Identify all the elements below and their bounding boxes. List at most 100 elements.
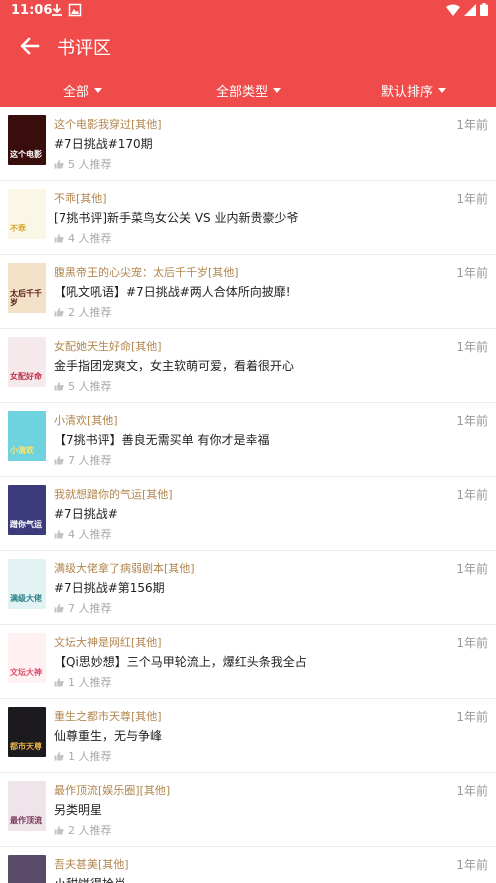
caret-down-icon	[94, 88, 103, 93]
book-cover-text: 太后千千岁	[10, 289, 42, 307]
review-time: 1年前	[456, 636, 488, 650]
book-title[interactable]: 最作顶流[娱乐圈][其他]	[54, 782, 170, 798]
review-text: #7日挑战#第156期	[54, 581, 165, 595]
review-text: 【吼文吼语】#7日挑战#两人合体所向披靡!	[54, 285, 291, 299]
caret-down-icon	[273, 88, 282, 93]
book-cover-text: 不乖	[10, 224, 26, 233]
filter-sort-label: 默认排序	[381, 85, 434, 100]
book-cover-text: 文坛大神	[10, 668, 42, 677]
book-cover	[8, 855, 46, 883]
recommend-count-label: 4 人推荐	[68, 232, 112, 245]
book-cover: 女配好命	[8, 337, 46, 387]
recommend-count[interactable]: 1 人推荐	[54, 748, 112, 764]
book-title[interactable]: 吾夫甚美[其他]	[54, 856, 129, 872]
recommend-count-label: 1 人推荐	[68, 676, 112, 689]
review-time: 1年前	[456, 266, 488, 280]
recommend-count[interactable]: 2 人推荐	[54, 304, 112, 320]
thumbs-up-icon	[54, 308, 64, 317]
thumbs-up-icon	[54, 234, 64, 243]
wifi-icon	[446, 4, 460, 16]
back-arrow-icon[interactable]	[16, 32, 44, 60]
recommend-count-label: 5 人推荐	[68, 380, 112, 393]
download-icon	[52, 4, 62, 16]
review-item[interactable]: 都市天尊 重生之都市天尊[其他] 1年前 仙尊重生，无与争峰 1 人推荐	[0, 699, 496, 773]
book-cover-text: 女配好命	[10, 372, 42, 381]
review-item[interactable]: 蹭你气运 我就想蹭你的气运[其他] 1年前 #7日挑战# 4 人推荐	[0, 477, 496, 551]
thumbs-up-icon	[54, 456, 64, 465]
thumbs-up-icon	[54, 530, 64, 539]
book-cover-text: 都市天尊	[10, 742, 42, 751]
review-item[interactable]: 不乖 不乖[其他] 1年前 [7挑书评]新手菜鸟女公关 VS 业内新贵豪少爷 4…	[0, 181, 496, 255]
page-title: 书评区	[57, 38, 111, 59]
battery-icon	[480, 3, 488, 16]
review-text: #7日挑战#170期	[54, 137, 153, 151]
recommend-count[interactable]: 7 人推荐	[54, 600, 112, 616]
review-item[interactable]: 太后千千岁 腹黑帝王的心尖宠：太后千千岁[其他] 1年前 【吼文吼语】#7日挑战…	[0, 255, 496, 329]
book-title[interactable]: 小清欢[其他]	[54, 412, 118, 428]
book-title[interactable]: 满级大佬拿了病弱剧本[其他]	[54, 560, 195, 576]
thumbs-up-icon	[54, 160, 64, 169]
recommend-count-label: 7 人推荐	[68, 602, 112, 615]
book-cover: 太后千千岁	[8, 263, 46, 313]
review-time: 1年前	[456, 784, 488, 798]
recommend-count[interactable]: 5 人推荐	[54, 156, 112, 172]
thumbs-up-icon	[54, 382, 64, 391]
recommend-count[interactable]: 2 人推荐	[54, 822, 112, 838]
filter-all-label: 全部	[63, 85, 90, 100]
thumbs-up-icon	[54, 752, 64, 761]
review-text: 【7挑书评】善良无需买单 有你才是幸福	[54, 433, 270, 447]
review-item[interactable]: 这个电影 这个电影我穿过[其他] 1年前 #7日挑战#170期 5 人推荐	[0, 107, 496, 181]
recommend-count[interactable]: 5 人推荐	[54, 378, 112, 394]
review-text: 金手指团宠爽文，女主软萌可爱，看着很开心	[54, 359, 295, 373]
filter-all[interactable]: 全部	[63, 81, 103, 100]
signal-icon	[464, 3, 476, 16]
book-cover: 蹭你气运	[8, 485, 46, 535]
review-time: 1年前	[456, 562, 488, 576]
book-cover: 最作顶流	[8, 781, 46, 831]
book-cover: 都市天尊	[8, 707, 46, 757]
review-item[interactable]: 吾夫甚美[其他] 1年前 小甜饼得拾肖	[0, 847, 496, 883]
recommend-count[interactable]: 4 人推荐	[54, 230, 112, 246]
review-time: 1年前	[456, 488, 488, 502]
book-cover: 小清欢	[8, 411, 46, 461]
book-title[interactable]: 不乖[其他]	[54, 190, 107, 206]
review-list[interactable]: 这个电影 这个电影我穿过[其他] 1年前 #7日挑战#170期 5 人推荐 不乖…	[0, 107, 496, 883]
review-item[interactable]: 女配好命 女配她天生好命[其他] 1年前 金手指团宠爽文，女主软萌可爱，看着很开…	[0, 329, 496, 403]
recommend-count-label: 2 人推荐	[68, 306, 112, 319]
recommend-count[interactable]: 1 人推荐	[54, 674, 112, 690]
book-title[interactable]: 重生之都市天尊[其他]	[54, 708, 162, 724]
filter-type-label: 全部类型	[216, 85, 269, 100]
review-text: #7日挑战#	[54, 507, 118, 521]
book-title[interactable]: 腹黑帝王的心尖宠：太后千千岁[其他]	[54, 264, 239, 280]
recommend-count-label: 1 人推荐	[68, 750, 112, 763]
book-title[interactable]: 文坛大神是网红[其他]	[54, 634, 162, 650]
review-time: 1年前	[456, 340, 488, 354]
thumbs-up-icon	[54, 826, 64, 835]
thumbs-up-icon	[54, 604, 64, 613]
book-title[interactable]: 我就想蹭你的气运[其他]	[54, 486, 173, 502]
review-text: [7挑书评]新手菜鸟女公关 VS 业内新贵豪少爷	[54, 211, 299, 225]
filter-type[interactable]: 全部类型	[216, 81, 282, 100]
filter-sort[interactable]: 默认排序	[381, 81, 447, 100]
book-cover: 这个电影	[8, 115, 46, 165]
book-title[interactable]: 女配她天生好命[其他]	[54, 338, 162, 354]
recommend-count-label: 7 人推荐	[68, 454, 112, 467]
book-cover-text: 满级大佬	[10, 594, 42, 603]
review-time: 1年前	[456, 858, 488, 872]
review-text: 仙尊重生，无与争峰	[54, 729, 163, 743]
recommend-count[interactable]: 4 人推荐	[54, 526, 112, 542]
book-title[interactable]: 这个电影我穿过[其他]	[54, 116, 162, 132]
review-item[interactable]: 满级大佬 满级大佬拿了病弱剧本[其他] 1年前 #7日挑战#第156期 7 人推…	[0, 551, 496, 625]
recommend-count-label: 4 人推荐	[68, 528, 112, 541]
review-item[interactable]: 最作顶流 最作顶流[娱乐圈][其他] 1年前 另类明星 2 人推荐	[0, 773, 496, 847]
review-time: 1年前	[456, 710, 488, 724]
recommend-count[interactable]: 7 人推荐	[54, 452, 112, 468]
image-icon	[68, 3, 82, 17]
book-cover-text: 这个电影	[10, 150, 42, 159]
caret-down-icon	[438, 88, 447, 93]
review-item[interactable]: 文坛大神 文坛大神是网红[其他] 1年前 【Qi思妙想】三个马甲轮流上，爆红头条…	[0, 625, 496, 699]
review-item[interactable]: 小清欢 小清欢[其他] 1年前 【7挑书评】善良无需买单 有你才是幸福 7 人推…	[0, 403, 496, 477]
review-text: 【Qi思妙想】三个马甲轮流上，爆红头条我全占	[54, 655, 307, 669]
thumbs-up-icon	[54, 678, 64, 687]
review-time: 1年前	[456, 192, 488, 206]
